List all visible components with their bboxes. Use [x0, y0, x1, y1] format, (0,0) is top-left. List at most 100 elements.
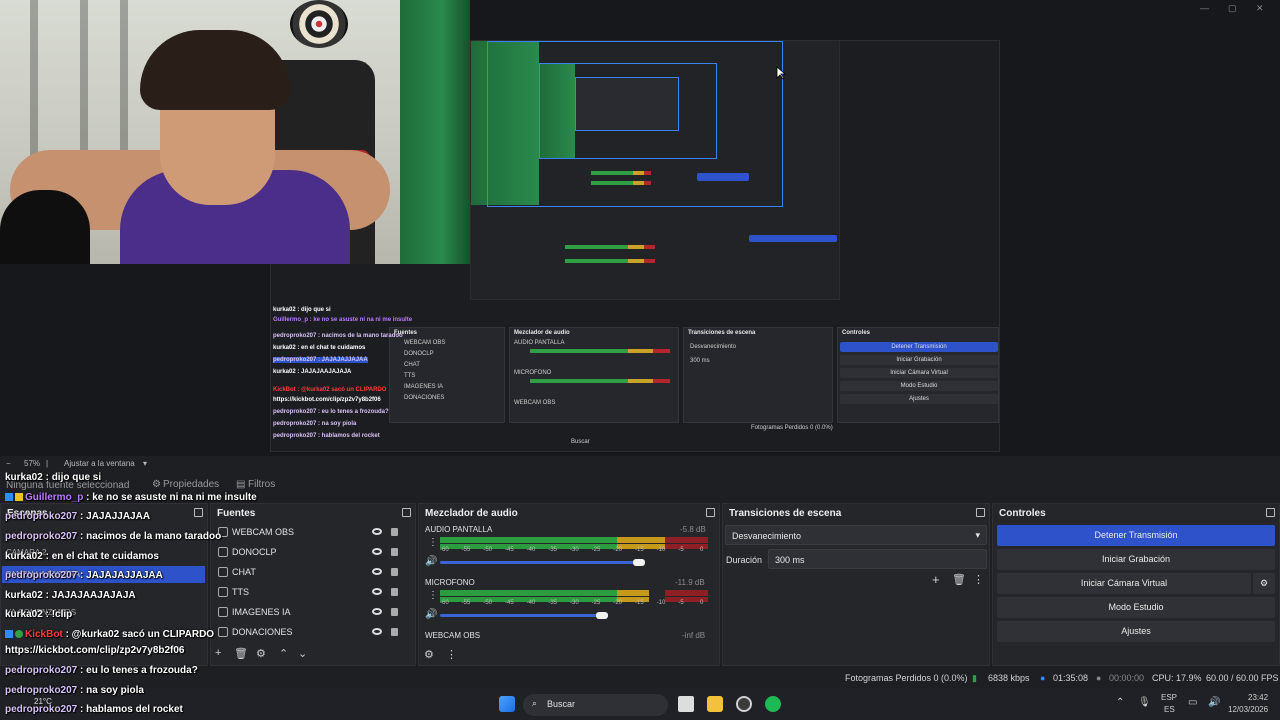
- meter-green: [440, 537, 617, 543]
- mixer-channel-db: -5.8 dB: [680, 525, 706, 534]
- zoom-bar: − 57% | Ajustar a la ventana ▾: [0, 456, 1280, 472]
- eye-icon[interactable]: [372, 608, 382, 615]
- zoom-minus-icon[interactable]: −: [6, 459, 11, 468]
- eye-icon[interactable]: [372, 588, 382, 595]
- lock-icon[interactable]: [391, 628, 398, 636]
- dock-float-icon[interactable]: [706, 508, 715, 517]
- speaker-icon[interactable]: 🔊: [425, 556, 437, 567]
- add-source-icon[interactable]: +: [215, 647, 221, 659]
- transition-select[interactable]: Desvanecimiento ▾: [725, 525, 987, 545]
- lock-icon[interactable]: [391, 528, 398, 536]
- gear-icon[interactable]: ⚙: [1253, 573, 1275, 594]
- meter-tick-label: -30: [570, 600, 579, 606]
- chat-message: pedroproko207 : JAJAJAJJAJAA: [5, 570, 163, 581]
- volume-slider-2[interactable]: [440, 614, 608, 617]
- kebab-menu-icon[interactable]: ⋮: [446, 648, 457, 661]
- eye-icon[interactable]: [372, 568, 382, 575]
- mixer-settings-icon[interactable]: ⚙: [424, 648, 434, 661]
- source-item[interactable]: TTS: [214, 582, 404, 602]
- start-recording-button[interactable]: Iniciar Grabación: [997, 549, 1275, 570]
- nested-mixer-ch3: WEBCAM OBS: [514, 400, 556, 406]
- kebab-menu-icon[interactable]: ⋮: [428, 590, 438, 601]
- taskbar-search[interactable]: ⌕ Buscar: [523, 694, 668, 716]
- volume-icon[interactable]: 🔊: [1208, 697, 1220, 708]
- eye-icon[interactable]: [372, 548, 382, 555]
- network-icon[interactable]: ▭: [1188, 697, 1197, 708]
- microphone-icon[interactable]: 🎙: [1138, 697, 1151, 708]
- language-indicator-2[interactable]: ES: [1164, 705, 1175, 714]
- spotify-icon[interactable]: [765, 696, 781, 712]
- dock-float-icon[interactable]: [976, 508, 985, 517]
- source-item[interactable]: DONOCLP: [214, 542, 404, 562]
- stop-stream-button[interactable]: Detener Transmisión: [997, 525, 1275, 546]
- lock-icon[interactable]: [391, 588, 398, 596]
- kebab-menu-icon[interactable]: ⋮: [428, 537, 438, 548]
- source-item[interactable]: IMAGENES IA: [214, 602, 404, 622]
- virtual-camera-button[interactable]: Iniciar Cámara Virtual: [997, 573, 1251, 594]
- meter-tick-label: -15: [635, 547, 644, 553]
- nested-studio-btn: Modo Estudio: [840, 381, 998, 391]
- dock-float-icon[interactable]: [1266, 508, 1275, 517]
- minimize-button[interactable]: —: [1200, 3, 1209, 13]
- chat-user: pedroproko207: [5, 685, 78, 696]
- windows-start-icon[interactable]: [499, 696, 515, 712]
- add-transition-icon[interactable]: +: [932, 572, 940, 587]
- lock-icon[interactable]: [391, 548, 398, 556]
- kebab-menu-icon[interactable]: ⋮: [973, 573, 984, 586]
- nested-meter-a: [591, 171, 651, 175]
- slider-knob[interactable]: [596, 612, 608, 619]
- obs-icon[interactable]: [736, 696, 752, 712]
- dock-float-icon[interactable]: [194, 508, 203, 517]
- language-indicator[interactable]: ESP: [1161, 693, 1177, 702]
- clock-time[interactable]: 23:42: [1248, 693, 1268, 702]
- source-item[interactable]: WEBCAM OBS: [214, 522, 404, 542]
- eye-icon[interactable]: [372, 528, 382, 535]
- source-item[interactable]: DONACIONES: [214, 622, 404, 642]
- slider-knob[interactable]: [633, 559, 645, 566]
- clock-date[interactable]: 12/03/2026: [1228, 705, 1268, 714]
- dartboard: [290, 0, 348, 48]
- chevron-up-icon[interactable]: ⌃: [1116, 697, 1124, 708]
- lock-icon[interactable]: [391, 608, 398, 616]
- trash-icon[interactable]: 🗑: [952, 573, 966, 586]
- nested-source-5: IMAGENES IA: [404, 384, 444, 390]
- close-button[interactable]: ✕: [1256, 3, 1264, 14]
- source-label: WEBCAM OBS: [232, 527, 295, 537]
- properties-button[interactable]: Propiedades: [163, 479, 219, 490]
- maximize-button[interactable]: ▢: [1228, 3, 1237, 14]
- meter-tick-label: 0: [700, 547, 704, 553]
- gear-icon: ⚙: [152, 479, 161, 490]
- gear-icon[interactable]: ⚙: [256, 647, 266, 660]
- filters-button[interactable]: Filtros: [248, 479, 275, 490]
- nested-controls-dock: Controles Detener Transmisión Iniciar Gr…: [837, 327, 999, 423]
- nested-stop-btn: Detener Transmisión: [840, 342, 998, 352]
- task-view-icon[interactable]: [678, 696, 694, 712]
- chevron-down-icon[interactable]: ▾: [143, 459, 147, 468]
- nested-chat-4: kurka02 : en el chat te cuidamos: [273, 345, 366, 351]
- stream-icon: ●: [1040, 673, 1046, 683]
- chat-link[interactable]: https://kickbot.com/clip/zp2v7y8b2f06: [5, 645, 185, 656]
- meter-tick-label: -55: [461, 547, 471, 553]
- nested-chat-1: kurka02 : dijo que si: [273, 307, 331, 313]
- file-explorer-icon[interactable]: [707, 696, 723, 712]
- zoom-fit-select[interactable]: Ajustar a la ventana: [64, 459, 135, 468]
- trash-icon[interactable]: 🗑: [234, 647, 248, 660]
- badge-icon: [15, 493, 23, 501]
- lock-icon[interactable]: [391, 568, 398, 576]
- controls-title: Controles: [999, 508, 1046, 519]
- studio-mode-button[interactable]: Modo Estudio: [997, 597, 1275, 618]
- chat-text: https://kickbot.com/clip/zp2v7y8b2f06: [5, 645, 185, 656]
- preview-canvas[interactable]: — ▢ ✕ 57% · Ajustar a la ventana Fuentes…: [0, 0, 1280, 456]
- settings-button[interactable]: Ajustes: [997, 621, 1275, 642]
- arrow-down-icon[interactable]: ⌄: [298, 647, 307, 660]
- webcam-overlay: [0, 0, 470, 264]
- eye-icon[interactable]: [372, 628, 382, 635]
- arrow-up-icon[interactable]: ⌃: [279, 647, 288, 660]
- search-icon: ⌕: [532, 698, 538, 708]
- speaker-icon[interactable]: 🔊: [425, 609, 437, 620]
- chat-user: KickBot: [25, 629, 63, 640]
- duration-input[interactable]: 300 ms: [768, 549, 987, 569]
- source-item[interactable]: CHAT: [214, 562, 404, 582]
- volume-slider-1[interactable]: [440, 561, 640, 564]
- dock-float-icon[interactable]: [402, 508, 411, 517]
